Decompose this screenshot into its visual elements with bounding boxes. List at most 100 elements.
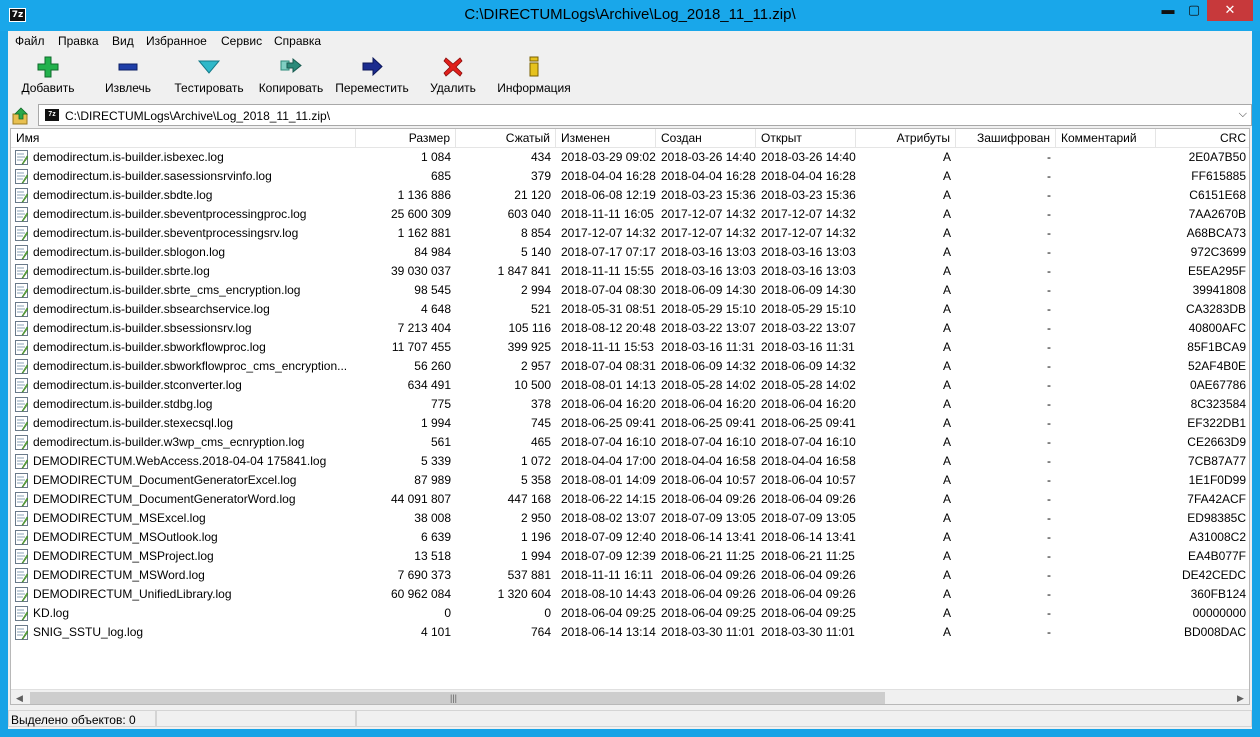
cell-comment bbox=[1056, 186, 1156, 205]
cell-created: 2018-03-22 13:07 bbox=[661, 321, 756, 335]
file-row[interactable]: demodirectum.is-builder.sbrte.log 39 030 … bbox=[11, 262, 1249, 281]
file-row[interactable]: demodirectum.is-builder.sbworkflowproc_c… bbox=[11, 357, 1249, 376]
file-row[interactable]: DEMODIRECTUM_DocumentGeneratorExcel.log 8… bbox=[11, 471, 1249, 490]
add-button[interactable]: Добавить bbox=[14, 55, 82, 99]
text-file-icon bbox=[15, 549, 28, 564]
close-button[interactable]: ✕ bbox=[1207, 0, 1253, 21]
cell-size: 7 213 404 bbox=[397, 321, 451, 335]
cell-encrypted: - bbox=[1047, 549, 1051, 563]
column-modified[interactable]: Изменен bbox=[556, 129, 656, 148]
column-created[interactable]: Создан bbox=[656, 129, 756, 148]
file-row[interactable]: demodirectum.is-builder.stconverter.log 6… bbox=[11, 376, 1249, 395]
cell-comment bbox=[1056, 319, 1156, 338]
file-row[interactable]: demodirectum.is-builder.isbexec.log 1 084… bbox=[11, 148, 1249, 167]
scroll-right-icon[interactable]: ▶ bbox=[1232, 690, 1249, 704]
plus-icon bbox=[37, 56, 59, 78]
title-bar[interactable]: 7z C:\DIRECTUMLogs\Archive\Log_2018_11_1… bbox=[0, 0, 1260, 31]
text-file-icon bbox=[15, 492, 28, 507]
file-row[interactable]: demodirectum.is-builder.sbeventprocessin… bbox=[11, 205, 1249, 224]
cell-modified: 2018-06-08 12:19 bbox=[561, 188, 656, 202]
menu-help[interactable]: Справка bbox=[274, 34, 321, 48]
file-row[interactable]: demodirectum.is-builder.sbworkflowproc.l… bbox=[11, 338, 1249, 357]
column-attributes[interactable]: Атрибуты bbox=[856, 129, 956, 148]
menu-edit[interactable]: Правка bbox=[58, 34, 99, 48]
extract-button[interactable]: Извлечь bbox=[94, 55, 162, 99]
file-row[interactable]: DEMODIRECTUM_MSProject.log 13 518 1 994 201… bbox=[11, 547, 1249, 566]
cell-crc: 39941808 bbox=[1192, 283, 1246, 297]
file-row[interactable]: DEMODIRECTUM_UnifiedLibrary.log 60 962 08… bbox=[11, 585, 1249, 604]
file-row[interactable]: SNIG_SSTU_log.log 4 101 764 2018-06-14 13:1… bbox=[11, 623, 1249, 642]
info-icon bbox=[529, 56, 539, 77]
cell-modified: 2018-08-01 14:13 bbox=[561, 378, 656, 392]
file-row[interactable]: demodirectum.is-builder.stexecsql.log 1 9… bbox=[11, 414, 1249, 433]
cell-attributes: A bbox=[942, 264, 951, 278]
status-cell-3 bbox=[356, 710, 1252, 727]
menu-tools[interactable]: Сервис bbox=[221, 34, 262, 48]
address-field[interactable]: 7z C:\DIRECTUMLogs\Archive\Log_2018_11_1… bbox=[38, 104, 1252, 126]
column-comment[interactable]: Комментарий bbox=[1056, 129, 1156, 148]
file-row[interactable]: demodirectum.is-builder.sbsessionsrv.log… bbox=[11, 319, 1249, 338]
status-selected: Выделено объектов: 0 bbox=[11, 713, 136, 727]
menu-file[interactable]: Файл bbox=[15, 34, 45, 48]
file-row[interactable]: DEMODIRECTUM_DocumentGeneratorWord.log 44… bbox=[11, 490, 1249, 509]
folder-up-icon[interactable] bbox=[12, 107, 30, 125]
file-row[interactable]: DEMODIRECTUM.WebAccess.2018-04-04 175841… bbox=[11, 452, 1249, 471]
scroll-thumb[interactable]: ||| bbox=[30, 692, 885, 704]
cell-comment bbox=[1056, 509, 1156, 528]
cell-encrypted: - bbox=[1047, 245, 1051, 259]
cell-size: 87 989 bbox=[414, 473, 451, 487]
horizontal-scrollbar[interactable]: ◀ ||| ▶ bbox=[11, 689, 1249, 704]
cell-comment bbox=[1056, 338, 1156, 357]
test-button[interactable]: Тестировать bbox=[168, 55, 250, 99]
file-row[interactable]: demodirectum.is-builder.sbsearchservice.… bbox=[11, 300, 1249, 319]
file-row[interactable]: demodirectum.is-builder.sasessionsrvinfo… bbox=[11, 167, 1249, 186]
cell-encrypted: - bbox=[1047, 188, 1051, 202]
menu-favorites[interactable]: Избранное bbox=[146, 34, 207, 48]
cell-encrypted: - bbox=[1047, 226, 1051, 240]
column-name[interactable]: Имя bbox=[11, 129, 356, 148]
file-row[interactable]: DEMODIRECTUM_MSWord.log 7 690 373 537 881 2… bbox=[11, 566, 1249, 585]
cell-encrypted: - bbox=[1047, 340, 1051, 354]
column-packed[interactable]: Сжатый bbox=[456, 129, 556, 148]
maximize-button[interactable]: ▢ bbox=[1181, 0, 1207, 21]
column-crc[interactable]: CRC bbox=[1156, 129, 1249, 148]
file-row[interactable]: demodirectum.is-builder.sblogon.log 84 98… bbox=[11, 243, 1249, 262]
cell-created: 2018-06-21 11:25 bbox=[661, 549, 755, 563]
info-label: Информация bbox=[497, 81, 571, 95]
cell-created: 2018-06-09 14:32 bbox=[661, 359, 756, 373]
cell-name: DEMODIRECTUM.WebAccess.2018-04-04 175841… bbox=[33, 454, 327, 468]
file-row[interactable]: KD.log 0 0 2018-06-04 09:25 2018-06-04 09:25… bbox=[11, 604, 1249, 623]
delete-button[interactable]: Удалить bbox=[424, 55, 482, 99]
cell-comment bbox=[1056, 528, 1156, 547]
cell-name: demodirectum.is-builder.sbeventprocessin… bbox=[33, 207, 307, 221]
minimize-button[interactable]: ▬ bbox=[1155, 0, 1181, 21]
cell-modified: 2018-07-17 07:17 bbox=[561, 245, 656, 259]
file-row[interactable]: DEMODIRECTUM_MSOutlook.log 6 639 1 196 2018… bbox=[11, 528, 1249, 547]
chevron-down-icon[interactable]: ⌵ bbox=[1239, 108, 1247, 121]
file-row[interactable]: DEMODIRECTUM_MSExcel.log 38 008 2 950 2018-… bbox=[11, 509, 1249, 528]
copy-button[interactable]: Копировать bbox=[254, 55, 328, 99]
file-row[interactable]: demodirectum.is-builder.sbeventprocessin… bbox=[11, 224, 1249, 243]
file-row[interactable]: demodirectum.is-builder.stdbg.log 775 378 2… bbox=[11, 395, 1249, 414]
column-encrypted[interactable]: Зашифрован bbox=[956, 129, 1056, 148]
menu-view[interactable]: Вид bbox=[112, 34, 134, 48]
text-file-icon bbox=[15, 530, 28, 545]
move-button[interactable]: Переместить bbox=[332, 55, 412, 99]
cell-packed: 1 196 bbox=[520, 530, 551, 544]
cell-created: 2018-06-04 09:26 bbox=[661, 568, 756, 582]
cell-crc: 360FB124 bbox=[1190, 587, 1246, 601]
column-size[interactable]: Размер bbox=[356, 129, 456, 148]
extract-label: Извлечь bbox=[104, 81, 151, 95]
cell-modified: 2018-04-04 17:00 bbox=[561, 454, 656, 468]
cell-comment bbox=[1056, 414, 1156, 433]
cell-crc: CA3283DB bbox=[1185, 302, 1246, 316]
scroll-left-icon[interactable]: ◀ bbox=[11, 690, 28, 704]
file-row[interactable]: demodirectum.is-builder.sbrte_cms_encryp… bbox=[11, 281, 1249, 300]
file-row[interactable]: demodirectum.is-builder.sbdte.log 1 136 8… bbox=[11, 186, 1249, 205]
file-list[interactable]: Имя Размер Сжатый Изменен Создан Открыт … bbox=[10, 128, 1250, 705]
file-row[interactable]: demodirectum.is-builder.w3wp_cms_ecnrypt… bbox=[11, 433, 1249, 452]
cell-name: KD.log bbox=[33, 606, 70, 620]
cell-packed: 521 bbox=[530, 302, 551, 316]
column-accessed[interactable]: Открыт bbox=[756, 129, 856, 148]
info-button[interactable]: Информация bbox=[494, 55, 574, 99]
